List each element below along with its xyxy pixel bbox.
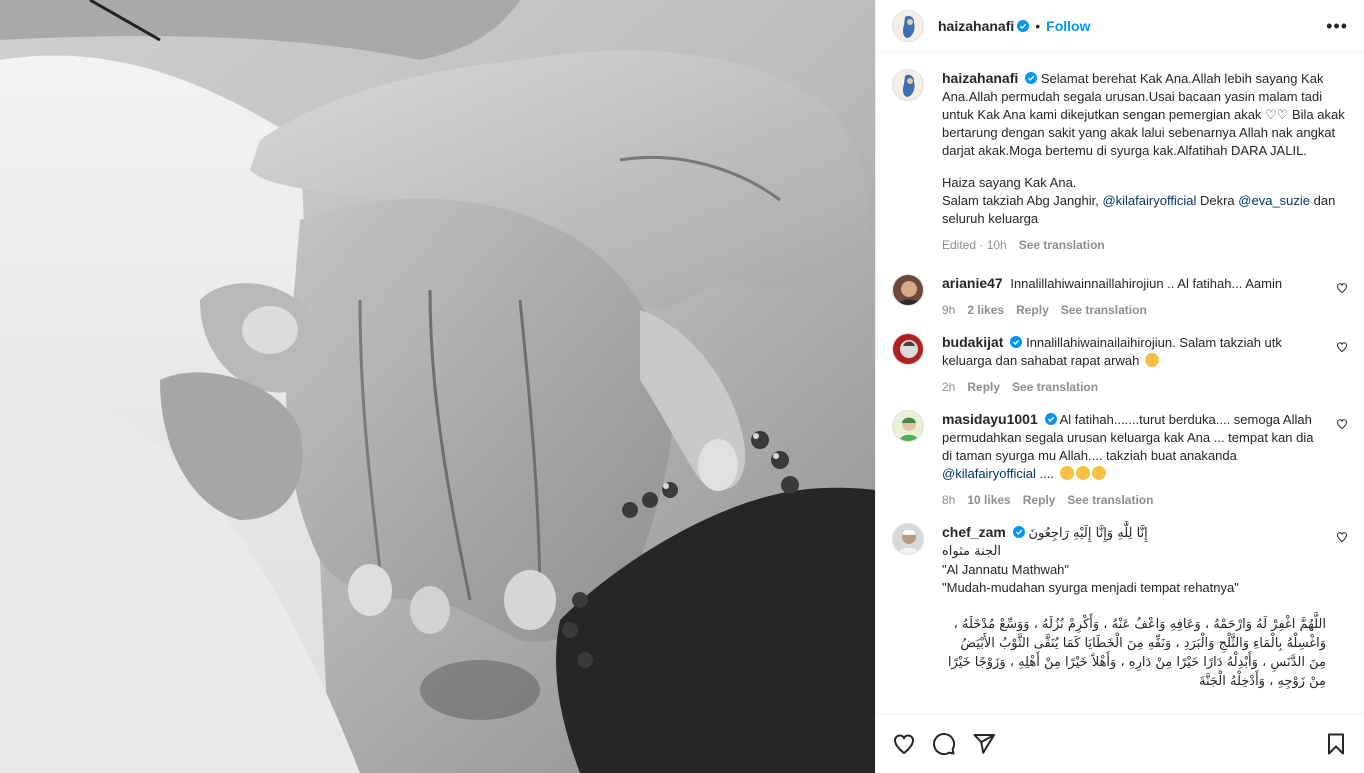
reply-button[interactable]: Reply (1016, 301, 1049, 319)
instagram-post: haizahanafi • Follow ••• haizahanafi Sel… (0, 0, 1364, 773)
verified-badge-icon (1012, 526, 1025, 538)
heart-icon[interactable] (1336, 282, 1348, 294)
comment: arianie47 Innalillahiwainnaillahirojiun … (892, 274, 1348, 319)
commenter-avatar[interactable] (892, 410, 924, 442)
crying-emoji-icon (1075, 466, 1090, 480)
heart-icon[interactable] (1336, 531, 1348, 543)
post-photo[interactable] (0, 0, 875, 773)
comment-icon[interactable] (932, 732, 956, 756)
caption-text-fragment: Dekra (1199, 193, 1235, 208)
author-username[interactable]: haizahanafi (938, 18, 1014, 34)
likes-count[interactable]: 2 likes (967, 301, 1004, 319)
verified-badge-icon (1025, 72, 1038, 84)
caption: haizahanafi Selamat berehat Kak Ana.Alla… (892, 69, 1348, 254)
comment-meta: 2h Reply See translation (942, 378, 1326, 396)
caption-username[interactable]: haizahanafi (942, 70, 1018, 86)
commenter-username[interactable]: budakijat (942, 334, 1003, 350)
crying-emoji-icon (1091, 466, 1106, 480)
reply-button[interactable]: Reply (1023, 491, 1056, 509)
commenter-username[interactable]: arianie47 (942, 275, 1003, 291)
comment: budakijat Innalillahiwainailaihirojiun. … (892, 333, 1348, 396)
avatar-image (893, 70, 923, 100)
caption-avatar[interactable] (892, 69, 924, 101)
see-translation-button[interactable]: See translation (1012, 378, 1098, 396)
likes-count[interactable]: 10 likes (967, 491, 1010, 509)
commenter-username[interactable]: chef_zam (942, 524, 1006, 540)
bookmark-icon[interactable] (1324, 732, 1348, 756)
crying-emoji-icon (1059, 466, 1074, 480)
commenter-username[interactable]: masidayu1001 (942, 411, 1038, 427)
heart-icon[interactable] (1336, 341, 1348, 353)
heart-icon[interactable] (892, 732, 916, 756)
verified-badge-icon (1017, 20, 1030, 32)
verified-badge-icon (1044, 413, 1057, 425)
comment-text: "Mudah-mudahan syurga menjadi tempat reh… (942, 580, 1239, 595)
commenter-avatar[interactable] (892, 523, 924, 555)
see-translation-button[interactable]: See translation (1019, 236, 1105, 254)
mention-link[interactable]: @eva_suzie (1238, 193, 1310, 208)
post-actions-bar (876, 713, 1364, 773)
sad-face-emoji-icon (1144, 353, 1159, 367)
comment-time: 8h (942, 493, 956, 507)
comment-arabic-text: الجنة مثواه (942, 544, 1002, 559)
caption-line: Salam takziah Abg Janghir, @kilafairyoff… (942, 192, 1348, 228)
comment: masidayu1001 Al fatihah.......turut berd… (892, 410, 1348, 509)
mention-link[interactable]: @kilafairyofficial (942, 466, 1036, 481)
caption-line: Haiza sayang Kak Ana. (942, 175, 1077, 190)
comment-text: Innalillahiwainnaillahirojiun .. Al fati… (1010, 276, 1283, 291)
post-side-panel: haizahanafi • Follow ••• haizahanafi Sel… (875, 0, 1364, 773)
avatar-image (893, 524, 923, 554)
comment-arabic-text: إِنَّا لِلَّٰهِ وَإِنَّا إِلَيْهِ رَاجِع… (1028, 526, 1148, 541)
mention-link[interactable]: @kilafairyofficial (1102, 193, 1196, 208)
post-header: haizahanafi • Follow ••• (876, 0, 1364, 53)
comment: chef_zam إِنَّا لِلَّٰهِ وَإِنَّا إِلَيْ… (892, 523, 1348, 691)
avatar-image (893, 411, 923, 441)
comment-meta: 9h 2 likes Reply See translation (942, 301, 1326, 319)
avatar-image (893, 11, 923, 41)
heart-icon[interactable] (1336, 418, 1348, 430)
comment-time: 2h (942, 380, 956, 394)
author-avatar[interactable] (892, 10, 924, 42)
edited-time: Edited · 10h (942, 238, 1007, 252)
avatar-image (893, 275, 923, 305)
more-horizontal-icon[interactable]: ••• (1326, 16, 1348, 37)
comment-text-tail: .... (1039, 466, 1054, 481)
see-translation-button[interactable]: See translation (1061, 301, 1147, 319)
hands-photo (0, 0, 875, 773)
comment-meta: 8h 10 likes Reply See translation (942, 491, 1326, 509)
avatar-image (893, 334, 923, 364)
separator-dot: • (1035, 18, 1041, 34)
commenter-avatar[interactable] (892, 333, 924, 365)
see-translation-button[interactable]: See translation (1067, 491, 1153, 509)
comment-time: 9h (942, 303, 956, 317)
share-icon[interactable] (972, 732, 996, 756)
comment-text: "Al Jannatu Mathwah" (942, 562, 1070, 577)
verified-badge-icon (1010, 336, 1023, 348)
comments-list[interactable]: haizahanafi Selamat berehat Kak Ana.Alla… (876, 53, 1364, 713)
follow-button[interactable]: Follow (1046, 18, 1090, 34)
reply-button[interactable]: Reply (967, 378, 1000, 396)
caption-meta: Edited · 10h See translation (942, 236, 1348, 254)
commenter-avatar[interactable] (892, 274, 924, 306)
comment-arabic-dua: اللَّهُمَّ اغْفِرْ لَهُ وَارْحَمْهُ ، وَ… (947, 617, 1326, 689)
caption-text-fragment: Salam takziah Abg Janghir, (942, 193, 1099, 208)
